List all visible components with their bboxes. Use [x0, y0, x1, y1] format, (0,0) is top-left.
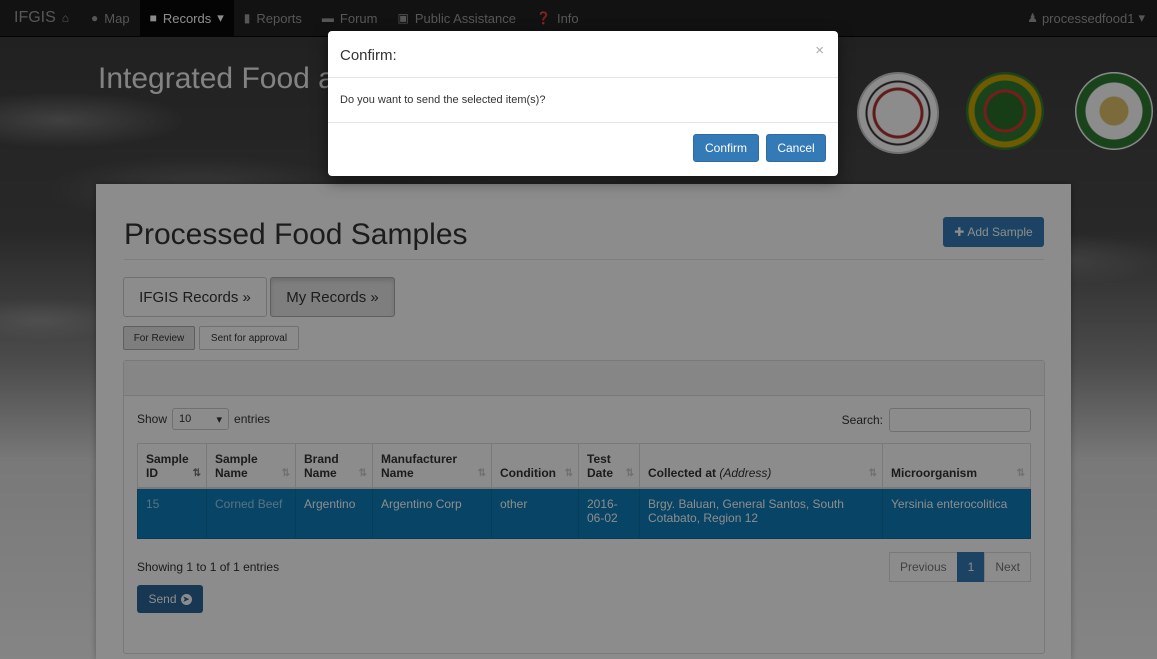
modal-header: Confirm: ×	[328, 31, 838, 78]
modal-message: Do you want to send the selected item(s)…	[340, 94, 546, 106]
confirm-dialog: Confirm: × Do you want to send the selec…	[328, 31, 838, 176]
close-icon[interactable]: ×	[815, 42, 824, 59]
confirm-button[interactable]: Confirm	[693, 134, 759, 162]
modal-title: Confirm:	[340, 47, 397, 64]
modal-body: Do you want to send the selected item(s)…	[328, 78, 838, 123]
cancel-button[interactable]: Cancel	[766, 134, 826, 162]
